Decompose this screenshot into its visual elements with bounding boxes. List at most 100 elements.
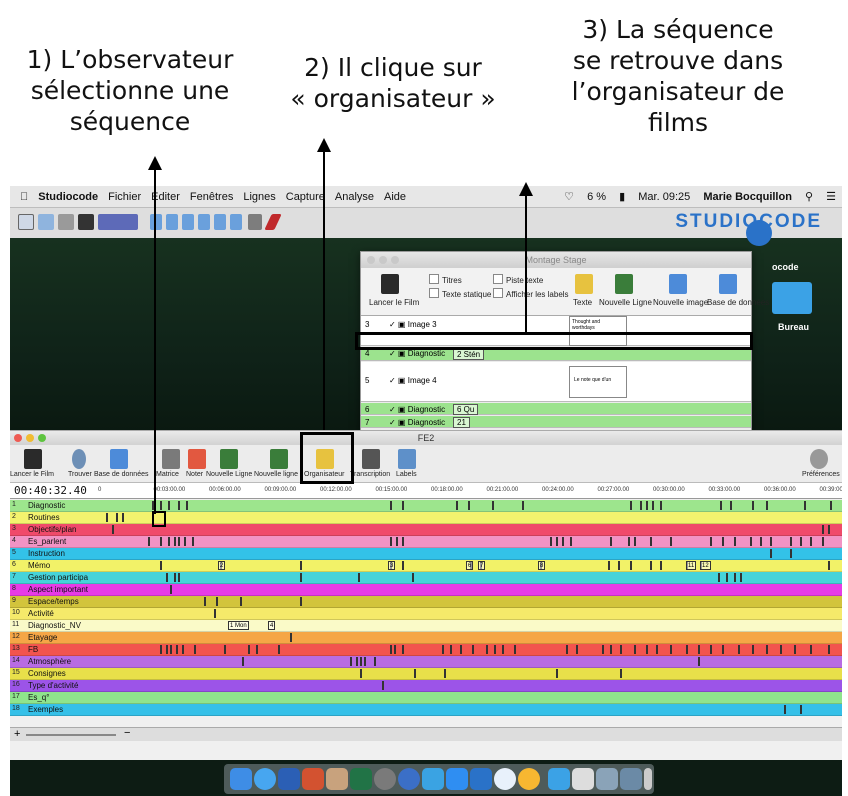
word-icon[interactable] — [278, 768, 300, 790]
rewind-icon[interactable] — [166, 214, 178, 230]
new-row-button-2[interactable]: Nouvelle ligne — [254, 471, 298, 478]
app-icon-3[interactable] — [398, 768, 420, 790]
text-tool-icon[interactable] — [575, 274, 593, 294]
instance-marker[interactable] — [656, 645, 658, 654]
instance-marker[interactable] — [186, 501, 188, 510]
instance-marker[interactable] — [810, 645, 812, 654]
timeline-icon[interactable] — [98, 214, 138, 230]
instance-marker[interactable] — [374, 657, 376, 666]
zoom-button[interactable] — [38, 434, 46, 442]
row-label[interactable]: Etayage — [28, 633, 98, 642]
instance-marker[interactable] — [402, 561, 404, 570]
notes-icon[interactable] — [58, 214, 74, 230]
titles-checkbox[interactable]: Titres — [429, 274, 462, 285]
spotlight-icon[interactable]: ⚲ — [805, 191, 813, 203]
instance-marker[interactable] — [750, 537, 752, 546]
instance-marker[interactable] — [494, 645, 496, 654]
timeline-row[interactable]: 6 Mémo 2 3 6 7 8 11 12 — [10, 560, 842, 572]
app-icon[interactable] — [326, 768, 348, 790]
instance-marker[interactable] — [670, 645, 672, 654]
instance-marker[interactable] — [178, 537, 180, 546]
instance-marker[interactable] — [620, 645, 622, 654]
zoom-slider[interactable] — [26, 734, 116, 736]
timeline-row[interactable]: 8 Aspect important — [10, 584, 842, 596]
clock[interactable]: Mar. 09:25 — [638, 191, 690, 203]
instance-marker[interactable] — [738, 645, 740, 654]
instance-marker[interactable] — [396, 537, 398, 546]
instance-marker[interactable] — [784, 705, 786, 714]
minimize-button[interactable] — [26, 434, 34, 442]
menu-aide[interactable]: Aide — [384, 191, 406, 203]
app-icon-5[interactable] — [470, 768, 492, 790]
instance-marker[interactable] — [804, 501, 806, 510]
instance-label[interactable]: 4 — [268, 621, 276, 630]
instance-label[interactable]: 1 Mon — [228, 621, 249, 630]
instance-marker[interactable] — [640, 501, 642, 510]
instance-marker[interactable] — [472, 645, 474, 654]
row-label[interactable]: Instruction — [28, 549, 98, 558]
instance-marker[interactable] — [178, 573, 180, 582]
instance-marker[interactable] — [830, 501, 832, 510]
row-label[interactable]: Exemples — [28, 705, 98, 714]
database-button[interactable]: Base de données — [94, 471, 149, 478]
instance-marker[interactable] — [256, 645, 258, 654]
organizer-row[interactable]: 5 ✓ ▣ Image 4 Le note que d'un — [361, 362, 751, 402]
instance-marker[interactable] — [390, 501, 392, 510]
row-label[interactable]: Atmosphère — [28, 657, 98, 666]
instance-marker[interactable] — [810, 537, 812, 546]
labels-button[interactable]: Labels — [396, 471, 417, 478]
instance-marker[interactable] — [770, 549, 772, 558]
instance-marker[interactable] — [402, 537, 404, 546]
timeline-row[interactable]: 14 Atmosphère — [10, 656, 842, 668]
find-button[interactable]: Trouver — [68, 471, 92, 478]
instance-marker[interactable] — [300, 561, 302, 570]
instance-marker[interactable] — [168, 501, 170, 510]
instance-marker[interactable] — [734, 573, 736, 582]
wifi-icon[interactable]: ♡ — [564, 191, 574, 203]
apple-icon[interactable]:  — [20, 191, 28, 203]
instance-marker[interactable] — [618, 561, 620, 570]
menu-lignes[interactable]: Lignes — [243, 191, 275, 203]
finder-icon[interactable] — [230, 768, 252, 790]
instance-label[interactable]: 6 — [466, 561, 474, 570]
new-row-button[interactable]: Nouvelle Ligne — [599, 298, 652, 307]
row-label[interactable]: Type d'activité — [28, 681, 98, 690]
instance-marker[interactable] — [394, 645, 396, 654]
transcription-icon[interactable] — [362, 449, 380, 469]
instance-marker[interactable] — [182, 645, 184, 654]
app-icon-2[interactable] — [374, 768, 396, 790]
clapperboard-icon[interactable] — [24, 449, 42, 469]
instance-marker[interactable] — [620, 669, 622, 678]
instance-label[interactable]: 7 — [478, 561, 486, 570]
folder-icon[interactable] — [548, 768, 570, 790]
instance-marker[interactable] — [794, 645, 796, 654]
row-label[interactable]: Consignes — [28, 669, 98, 678]
instance-marker[interactable] — [160, 561, 162, 570]
instance-marker[interactable] — [112, 525, 114, 534]
instance-marker[interactable] — [780, 645, 782, 654]
note-icon[interactable] — [188, 449, 206, 469]
window-icon[interactable] — [18, 214, 34, 230]
tools-icon[interactable] — [38, 214, 54, 230]
app-store-icon[interactable] — [446, 768, 468, 790]
desktop-icon-studiocode[interactable] — [746, 220, 772, 246]
grid-icon[interactable] — [248, 214, 262, 230]
instance-marker[interactable] — [468, 501, 470, 510]
instance-marker[interactable] — [300, 597, 302, 606]
instance-marker[interactable] — [800, 537, 802, 546]
row-label[interactable]: Espace/temps — [28, 597, 98, 606]
instance-marker[interactable] — [628, 537, 630, 546]
instance-marker[interactable] — [770, 537, 772, 546]
app-icon-4[interactable] — [422, 768, 444, 790]
new-row-icon[interactable] — [220, 449, 238, 469]
instance-marker[interactable] — [822, 537, 824, 546]
matrix-icon[interactable] — [162, 449, 180, 469]
instance-marker[interactable] — [740, 573, 742, 582]
zoom-out-icon[interactable]: − — [124, 727, 130, 739]
instance-marker[interactable] — [650, 561, 652, 570]
instance-marker[interactable] — [766, 645, 768, 654]
frame-back-icon[interactable] — [182, 214, 194, 230]
instance-marker[interactable] — [556, 537, 558, 546]
timeline-row[interactable]: 17 Es_q° — [10, 692, 842, 704]
instance-marker[interactable] — [720, 501, 722, 510]
